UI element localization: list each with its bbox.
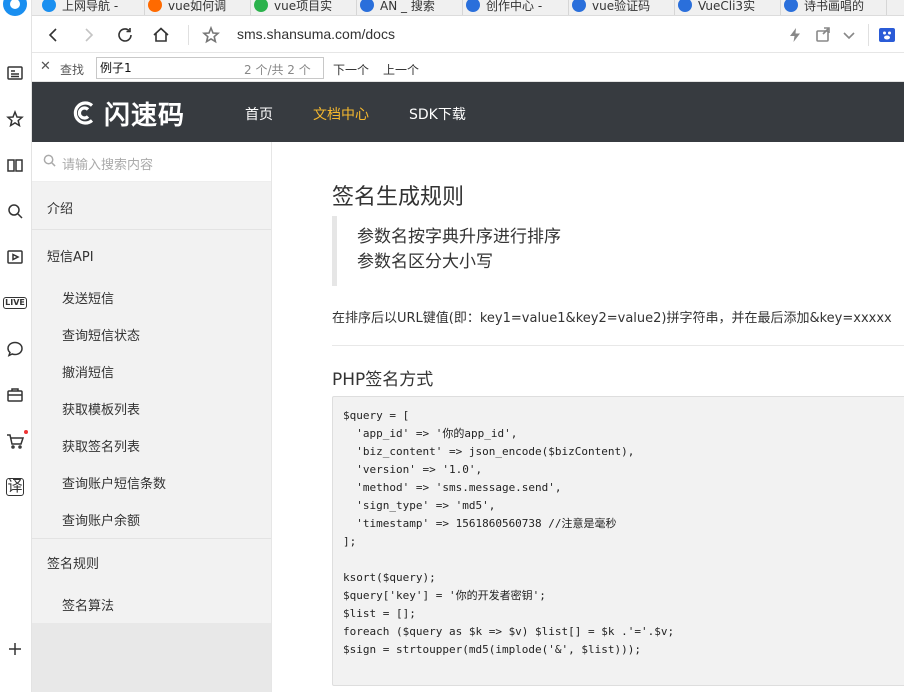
tab-title: vue项目实 [274,0,333,13]
tab-strip: 上网导航 - vue如何调 vue项目实 AN _ 搜索 创作中心 - vue验… [32,0,904,16]
logo-text: 闪速码 [104,100,186,131]
tab-title: 诗书画唱的 [804,0,865,13]
address-divider [188,25,189,45]
sidebar-item-intro[interactable]: 介绍 [47,198,73,217]
tab-favicon-icon [360,0,374,12]
live-icon[interactable]: LIVE [3,292,27,314]
close-icon[interactable]: ✕ [40,59,51,74]
sidebar-item-signature-list[interactable]: 获取签名列表 [62,436,140,455]
quote-line: 参数名区分大小写 [357,252,493,272]
browser-logo-icon[interactable] [3,0,27,16]
browser-tab[interactable]: vue如何调 [138,0,251,15]
site-header: 闪速码 首页 文档中心 SDK下载 [32,82,904,142]
translate-icon-text: 译 [6,477,24,496]
page-title: 签名生成规则 [332,185,465,210]
tab-title: vue如何调 [168,0,227,13]
lightning-icon[interactable] [784,24,806,46]
paw-search-icon[interactable] [876,24,898,46]
chat-icon[interactable] [4,338,26,360]
tab-favicon-icon [678,0,692,12]
sidebar-section-sms-api[interactable]: 短信API [47,246,94,265]
tab-title: VueCli3实 [698,0,756,13]
tab-title: AN _ 搜索 [380,0,435,13]
tab-favicon-icon [42,0,56,12]
browser-tab[interactable]: VueCli3实 [668,0,781,15]
address-divider [868,24,869,46]
reload-button[interactable] [114,24,136,46]
sidebar-section-sign-rules[interactable]: 签名规则 [47,553,99,572]
sidebar-item-query-sms-status[interactable]: 查询短信状态 [62,325,140,344]
browser-side-rail: LIVE 译 [0,0,32,692]
tab-favicon-icon [784,0,798,12]
tab-title: 创作中心 - [486,0,543,13]
forward-button[interactable] [78,24,100,46]
docs-sidebar: 请输入搜索内容 介绍 短信API 发送短信 查询短信状态 撤消短信 获取模板列表… [32,142,272,692]
tab-title: vue验证码 [592,0,651,13]
quote-line: 参数名按字典升序进行排序 [357,227,561,247]
section-title: PHP签名方式 [332,370,434,390]
tab-title: 上网导航 - [62,0,119,13]
logo-icon [73,101,94,125]
sidebar-item-cancel-sms[interactable]: 撤消短信 [62,362,114,381]
code-block: $query = [ 'app_id' => '你的app_id', 'biz_… [332,396,904,686]
rule-paragraph: 在排序后以URL键值(即：key1=value1&key2=value2)拼字符… [332,311,892,326]
sidebar-divider [32,229,271,230]
tab-favicon-icon [572,0,586,12]
video-icon[interactable] [4,246,26,268]
nav-home[interactable]: 首页 [245,104,273,124]
doc-content: 签名生成规则 参数名按字典升序进行排序 参数名区分大小写 在排序后以URL键值(… [272,142,904,692]
docs-search-input[interactable]: 请输入搜索内容 [62,154,153,173]
cart-icon[interactable] [4,430,28,452]
sidebar-item-sms-count[interactable]: 查询账户短信条数 [62,473,166,492]
browser-window: LIVE 译 上网导航 - vue如何调 vue项目实 AN _ 搜索 创作中心… [0,0,904,692]
sidebar-footer-area [32,623,271,692]
find-match-count: 2 个/共 2 个 [244,63,311,77]
chevron-down-icon[interactable] [838,24,860,46]
sidebar-item-send-sms[interactable]: 发送短信 [62,288,114,307]
section-divider [332,345,904,346]
nav-docs[interactable]: 文档中心 [313,104,369,124]
translate-icon[interactable]: 译 [4,476,26,498]
site-logo[interactable]: 闪速码 [70,98,185,131]
find-label: 查找 [60,63,85,77]
docs-search[interactable]: 请输入搜索内容 [32,142,271,182]
nav-sdk-download[interactable]: SDK下载 [409,104,466,124]
notification-dot [24,430,28,434]
find-bar: ✕ 查找 例子1 2 个/共 2 个 下一个 上一个 [32,54,904,82]
sidebar-item-balance[interactable]: 查询账户余额 [62,510,140,529]
add-icon[interactable] [4,638,26,660]
star-icon[interactable] [4,108,26,130]
browser-tab[interactable]: 创作中心 - [456,0,569,15]
url-field[interactable]: sms.shansuma.com/docs [237,26,395,42]
bookmark-star-icon[interactable] [200,24,222,46]
tab-favicon-icon [466,0,480,12]
browser-tab[interactable]: vue验证码 [562,0,675,15]
tab-favicon-icon [148,0,162,12]
code-text: $query = [ 'app_id' => '你的app_id', 'biz_… [343,409,675,656]
browser-tab[interactable]: 诗书画唱的 [774,0,887,15]
browser-tab[interactable]: vue项目实 [244,0,357,15]
search-icon[interactable] [4,200,26,222]
address-bar: sms.shansuma.com/docs [32,17,904,53]
browser-tab[interactable]: AN _ 搜索 [350,0,463,15]
book-icon[interactable] [4,154,26,176]
rule-blockquote: 参数名按字典升序进行排序 参数名区分大小写 [332,216,904,286]
sidebar-divider [32,538,271,539]
find-next-button[interactable]: 下一个 [333,61,369,78]
back-button[interactable] [42,24,64,46]
find-prev-button[interactable]: 上一个 [383,61,419,78]
tab-favicon-icon [254,0,268,12]
live-icon-text: LIVE [3,297,27,309]
share-icon[interactable] [812,24,834,46]
search-icon [43,154,56,167]
sidebar-item-sign-algorithm[interactable]: 签名算法 [62,595,114,614]
browser-tab[interactable]: 上网导航 - [32,0,145,15]
mail-icon[interactable] [4,384,26,406]
sidebar-item-template-list[interactable]: 获取模板列表 [62,399,140,418]
news-icon[interactable] [4,62,26,84]
home-button[interactable] [150,24,172,46]
